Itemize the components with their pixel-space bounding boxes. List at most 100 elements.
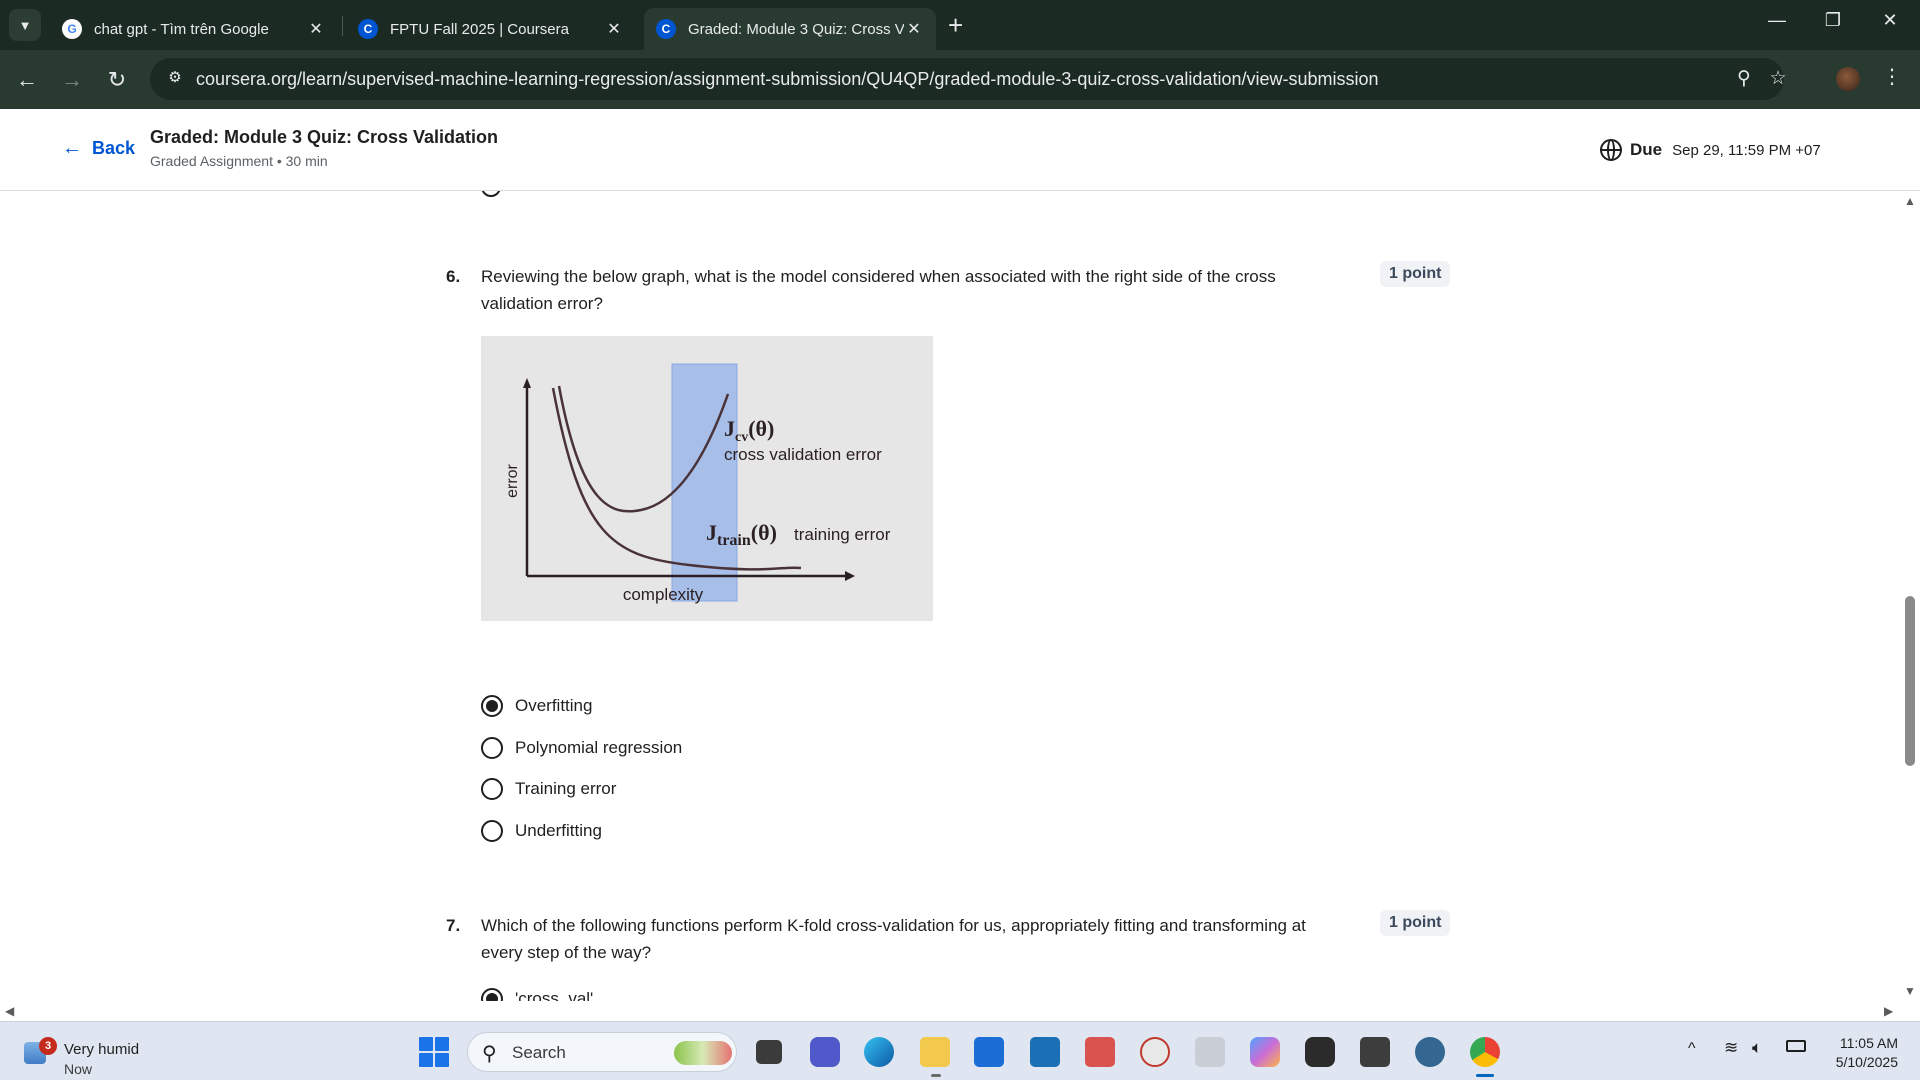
browser-tab-bar: ▼ G chat gpt - Tìm trên Google ✕ C FPTU … — [0, 0, 1920, 50]
radio-icon[interactable] — [481, 737, 503, 759]
option-underfitting[interactable]: Underfitting — [481, 820, 602, 842]
back-button[interactable]: ← Back — [62, 137, 135, 160]
page-subtitle: Graded Assignment • 30 min — [150, 153, 328, 169]
close-window-icon[interactable]: ✕ — [1870, 10, 1910, 31]
restore-icon[interactable]: ❐ — [1813, 10, 1853, 31]
teams-icon[interactable] — [810, 1037, 840, 1067]
file-explorer-icon[interactable] — [920, 1037, 950, 1067]
reload-icon[interactable]: ↻ — [101, 64, 133, 96]
copilot-icon[interactable] — [1250, 1037, 1280, 1067]
coursera-icon: C — [358, 19, 378, 39]
train-caption: training error — [794, 525, 891, 544]
profile-avatar[interactable] — [1836, 67, 1860, 91]
windows-start-icon[interactable] — [419, 1037, 449, 1067]
points-badge: 1 point — [1380, 261, 1451, 287]
clock-date: 5/10/2025 — [1835, 1054, 1898, 1070]
fan-control-icon[interactable] — [1305, 1037, 1335, 1067]
horizontal-scrollbar[interactable] — [0, 1001, 1900, 1021]
weather-title: Very humid — [64, 1041, 140, 1058]
battery-icon[interactable] — [1786, 1040, 1806, 1052]
previous-question-radio[interactable] — [481, 191, 501, 197]
option-label: Overfitting — [515, 696, 593, 715]
tab-title: FPTU Fall 2025 | Coursera — [390, 20, 569, 38]
option-overfitting[interactable]: Overfitting — [481, 695, 592, 717]
cv-label: Jcv(θ) — [724, 416, 774, 445]
due-date: Sep 29, 11:59 PM +07 — [1672, 141, 1821, 159]
scroll-down-icon[interactable]: ▼ — [1904, 984, 1916, 998]
close-tab-icon[interactable]: ✕ — [306, 19, 326, 39]
address-bar[interactable]: ⚙ coursera.org/learn/supervised-machine-… — [150, 58, 1787, 100]
points-badge: 1 point — [1380, 910, 1451, 936]
chrome-icon[interactable] — [1470, 1037, 1500, 1067]
edge-icon[interactable] — [864, 1037, 894, 1067]
complexity-error-graph: error complexity Jcv(θ) cross validation… — [504, 363, 891, 604]
postgres-icon[interactable] — [1415, 1037, 1445, 1067]
close-tab-icon[interactable]: ✕ — [604, 19, 624, 39]
photos-app-icon[interactable] — [1030, 1037, 1060, 1067]
active-app-indicator — [1476, 1074, 1494, 1077]
antivirus-icon[interactable] — [1140, 1037, 1170, 1067]
assignment-header: ← Back Graded: Module 3 Quiz: Cross Vali… — [0, 109, 1920, 191]
option-training-error[interactable]: Training error — [481, 778, 616, 800]
nvidia-icon[interactable] — [1360, 1037, 1390, 1067]
due-label: Due — [1630, 140, 1663, 159]
page-title: Graded: Module 3 Quiz: Cross Validation — [150, 127, 499, 147]
scrollbar-thumb[interactable] — [1905, 596, 1915, 766]
scroll-up-icon[interactable]: ▲ — [1904, 194, 1916, 208]
radio-icon[interactable] — [481, 778, 503, 800]
y-axis-label: error — [504, 463, 521, 497]
train-label: Jtrain(θ) — [706, 520, 777, 549]
tab-title: Graded: Module 3 Quiz: Cross V — [688, 20, 904, 38]
chevron-up-icon[interactable]: ^ — [1688, 1040, 1696, 1058]
radio-icon[interactable] — [481, 820, 503, 842]
font-app-icon[interactable] — [1195, 1037, 1225, 1067]
notification-badge: 3 — [39, 1037, 57, 1055]
tab-search-menu-button[interactable]: ▼ — [9, 9, 41, 41]
taskbar-search[interactable]: ⚲ Search — [467, 1032, 737, 1072]
scroll-left-icon[interactable]: ◀ — [5, 1004, 14, 1018]
scroll-right-icon[interactable]: ▶ — [1884, 1004, 1893, 1018]
search-placeholder: Search — [512, 1043, 566, 1062]
weather-time: Now — [64, 1061, 93, 1077]
task-view-icon[interactable] — [756, 1040, 782, 1064]
more-menu-icon[interactable]: ⋮ — [1882, 64, 1902, 89]
option-label: Underfitting — [515, 821, 602, 840]
store-icon[interactable] — [974, 1037, 1004, 1067]
question-text: Reviewing the below graph, what is the m… — [481, 267, 1276, 313]
close-tab-icon[interactable]: ✕ — [904, 19, 924, 39]
site-info-icon[interactable]: ⚙ — [164, 68, 186, 90]
question-number: 7. — [446, 916, 461, 935]
question-text: Which of the following functions perform… — [481, 916, 1306, 962]
tab-graded-quiz[interactable]: C Graded: Module 3 Quiz: Cross V ✕ — [644, 8, 936, 50]
running-indicator — [931, 1074, 941, 1077]
tab-google-search[interactable]: G chat gpt - Tìm trên Google ✕ — [50, 8, 338, 50]
y-axis-arrow — [523, 378, 531, 388]
zoom-icon[interactable]: ⚲ — [1732, 67, 1756, 91]
wifi-icon[interactable]: ≋ — [1724, 1038, 1738, 1058]
cv-caption: cross validation error — [724, 445, 882, 464]
calendar-app-icon[interactable] — [1085, 1037, 1115, 1067]
back-label: Back — [92, 138, 136, 158]
option-polynomial-regression[interactable]: Polynomial regression — [481, 737, 682, 759]
tab-fptu-coursera[interactable]: C FPTU Fall 2025 | Coursera ✕ — [346, 8, 636, 50]
back-arrow-icon[interactable]: ← — [11, 64, 43, 96]
forward-arrow-icon[interactable]: → — [56, 64, 88, 96]
x-axis-label: complexity — [623, 585, 704, 604]
tab-title: chat gpt - Tìm trên Google — [94, 20, 269, 38]
minimize-icon[interactable]: — — [1757, 10, 1797, 31]
volume-icon[interactable]: 🔈︎ — [1752, 1038, 1762, 1058]
new-tab-button[interactable]: + — [948, 12, 963, 38]
radio-selected-icon[interactable] — [481, 695, 503, 717]
due-info: Due Sep 29, 11:59 PM +07 — [1600, 139, 1821, 161]
weather-widget[interactable]: 3 Very humid Now — [20, 1032, 140, 1077]
bookmark-star-icon[interactable]: ☆ — [1766, 67, 1790, 91]
coursera-icon: C — [656, 19, 676, 39]
question-figure: error complexity Jcv(θ) cross validation… — [481, 336, 933, 621]
clock-time: 11:05 AM — [1839, 1035, 1898, 1051]
question-number: 6. — [446, 267, 461, 286]
search-icon: ⚲ — [482, 1043, 497, 1065]
system-clock[interactable]: 11:05 AM 5/10/2025 — [1818, 1034, 1898, 1072]
quiz-content: 6. Reviewing the below graph, what is th… — [0, 191, 1900, 1021]
globe-icon — [1600, 139, 1622, 161]
url-text[interactable]: coursera.org/learn/supervised-machine-le… — [196, 69, 1379, 90]
